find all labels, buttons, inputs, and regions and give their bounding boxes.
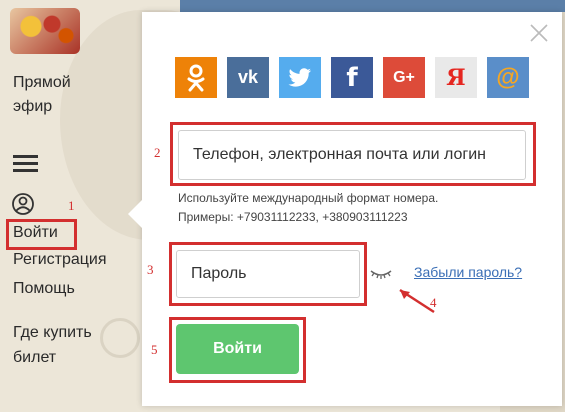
yandex-icon: Я [446,64,466,91]
phone-format-hint: Используйте международный формат номера.… [178,189,438,227]
lottery-ball-decoration [100,318,140,358]
annotation-box-password [169,242,367,306]
annotation-box-login-field [170,122,536,186]
sidebar-item-where-to-buy-line1[interactable]: Где купить [13,322,92,344]
modal-pointer [128,200,142,228]
vkontakte-icon: vk [237,67,259,87]
close-icon[interactable] [528,22,550,44]
odnoklassniki-button[interactable] [175,57,217,98]
facebook-button[interactable]: f [331,57,373,98]
annotation-number-4: 4 [430,295,437,310]
google-plus-icon: G+ [393,68,415,86]
sidebar-item-register[interactable]: Регистрация [13,249,107,271]
sidebar-item-where-to-buy-line2[interactable]: билет [13,347,56,369]
annotation-number-1: 1 [68,198,75,213]
sidebar-item-help[interactable]: Помощь [13,278,75,300]
yandex-button[interactable]: Я [435,57,477,98]
twitter-icon [288,67,311,87]
annotation-number-5: 5 [151,342,158,357]
annotation-number-3: 3 [147,262,154,277]
annotation-box-submit [169,317,306,383]
show-password-eye-icon[interactable] [370,267,392,281]
vkontakte-button[interactable]: vk [227,57,269,98]
phone-format-hint-line2: Примеры: +79031112233, +380903111223 [178,210,408,224]
menu-icon[interactable] [13,155,38,176]
phone-format-hint-line1: Используйте международный формат номера. [178,191,439,205]
annotation-box-login [6,219,77,250]
google-plus-button[interactable]: G+ [383,57,425,98]
sidebar-item-live-line2[interactable]: эфир [13,96,52,118]
sidebar-item-live-line1[interactable]: Прямой [13,72,71,94]
login-modal: vk f G+ Я @ Телефон, электронная почта и… [128,12,562,406]
twitter-button[interactable] [279,57,321,98]
facebook-icon: f [346,62,358,93]
background-header-strip [180,0,565,12]
forgot-password-link[interactable]: Забыли пароль? [414,264,522,280]
lottery-logo-image[interactable] [10,8,80,54]
annotation-number-2: 2 [154,145,161,160]
social-login-row: vk f G+ Я @ [175,57,529,98]
mail-ru-button[interactable]: @ [487,57,529,98]
mail-ru-icon: @ [496,63,520,91]
user-icon[interactable] [12,193,34,215]
odnoklassniki-icon [187,64,205,91]
